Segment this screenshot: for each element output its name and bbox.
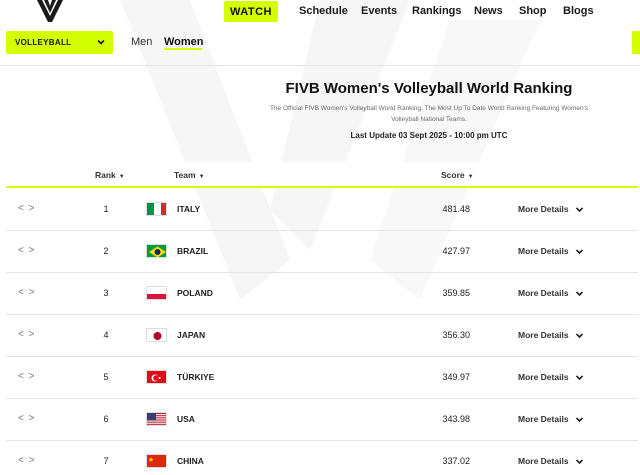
tab-women[interactable]: Women bbox=[164, 36, 204, 48]
chevron-down-icon bbox=[575, 417, 584, 423]
more-details-link[interactable]: More Details bbox=[518, 372, 569, 382]
china-flag-icon bbox=[146, 454, 167, 468]
code-expand-icon[interactable]: < > bbox=[18, 245, 35, 256]
italy-flag-icon bbox=[146, 202, 167, 216]
more-details-link[interactable]: More Details bbox=[518, 246, 569, 256]
more-details-link[interactable]: More Details bbox=[518, 456, 569, 466]
turkiye-flag-icon bbox=[146, 370, 167, 384]
score-value: 337.02 bbox=[442, 456, 470, 466]
sport-select[interactable]: VOLLEYBALL bbox=[6, 31, 113, 54]
nav-link-blogs[interactable]: Blogs bbox=[563, 5, 594, 17]
more-details-link[interactable]: More Details bbox=[518, 204, 569, 214]
page-title-wrap: FIVB Women's Volleyball World Ranking bbox=[0, 80, 640, 97]
rank-value: 1 bbox=[103, 204, 109, 214]
active-tab-indicator bbox=[164, 48, 202, 50]
code-expand-icon[interactable]: < > bbox=[18, 287, 35, 298]
column-rank-label: Rank bbox=[95, 170, 116, 180]
score-value: 343.98 bbox=[442, 414, 470, 424]
code-expand-icon[interactable]: < > bbox=[18, 413, 35, 424]
nav-link-rankings[interactable]: Rankings bbox=[412, 5, 462, 17]
column-rank[interactable]: Rank ▼ bbox=[95, 170, 125, 180]
poland-flag-icon bbox=[146, 286, 167, 300]
nav-link-events[interactable]: Events bbox=[361, 5, 397, 17]
chevron-down-icon bbox=[575, 291, 584, 297]
sport-select-value: VOLLEYBALL bbox=[15, 38, 72, 47]
team-name: CHINA bbox=[177, 456, 204, 466]
nav-link-schedule[interactable]: Schedule bbox=[299, 5, 348, 17]
rank-value: 5 bbox=[103, 372, 109, 382]
table-row[interactable]: < > 1 ITALY 481.48 More Details bbox=[6, 189, 638, 231]
volleyball-world-logo[interactable] bbox=[36, 0, 64, 22]
usa-flag-icon bbox=[146, 412, 167, 426]
code-expand-icon[interactable]: < > bbox=[18, 371, 35, 382]
table-row[interactable]: < > 6 USA 343.98 More Details bbox=[6, 399, 638, 441]
chevron-down-icon bbox=[97, 39, 105, 45]
column-team[interactable]: Team ▼ bbox=[174, 170, 205, 180]
watch-button[interactable]: WATCH bbox=[224, 1, 278, 22]
japan-flag-icon bbox=[146, 328, 167, 342]
table-row[interactable]: < > 4 JAPAN 356.30 More Details bbox=[6, 315, 638, 357]
top-navigation: WATCH Schedule Events Rankings News Shop… bbox=[0, 0, 640, 26]
column-team-label: Team bbox=[174, 170, 196, 180]
brazil-flag-icon bbox=[146, 244, 167, 258]
more-details-link[interactable]: More Details bbox=[518, 330, 569, 340]
team-name: BRAZIL bbox=[177, 246, 209, 256]
chevron-down-icon bbox=[575, 249, 584, 255]
right-edge-button[interactable] bbox=[632, 31, 640, 54]
team-name: POLAND bbox=[177, 288, 213, 298]
last-update: Last Update 03 Sept 2025 - 10:00 pm UTC bbox=[350, 131, 508, 140]
rank-value: 3 bbox=[103, 288, 109, 298]
ranking-table-header: Rank ▼ Team ▼ Score ▼ bbox=[6, 162, 638, 188]
column-score[interactable]: Score ▼ bbox=[441, 170, 474, 180]
score-value: 481.48 bbox=[442, 204, 470, 214]
nav-link-news[interactable]: News bbox=[474, 5, 503, 17]
sort-icon: ▼ bbox=[118, 174, 125, 180]
page-title: FIVB Women's Volleyball World Ranking bbox=[285, 80, 573, 97]
table-row[interactable]: < > 5 TÜRKIYE 349.97 More Details bbox=[6, 357, 638, 399]
rank-value: 4 bbox=[103, 330, 109, 340]
team-name: TÜRKIYE bbox=[177, 372, 215, 382]
sort-icon: ▼ bbox=[467, 174, 474, 180]
chevron-down-icon bbox=[575, 375, 584, 381]
code-expand-icon[interactable]: < > bbox=[18, 455, 35, 466]
chevron-down-icon bbox=[575, 459, 584, 465]
table-row[interactable]: < > 2 BRAZIL 427.97 More Details bbox=[6, 231, 638, 273]
more-details-link[interactable]: More Details bbox=[518, 288, 569, 298]
code-expand-icon[interactable]: < > bbox=[18, 203, 35, 214]
code-expand-icon[interactable]: < > bbox=[18, 329, 35, 340]
table-row[interactable]: < > 3 POLAND 359.85 More Details bbox=[6, 273, 638, 315]
sort-icon: ▼ bbox=[198, 174, 205, 180]
tab-men[interactable]: Men bbox=[131, 36, 152, 48]
score-value: 359.85 bbox=[442, 288, 470, 298]
page-description: The Official FIVB Women's Volleyball Wor… bbox=[269, 105, 589, 123]
rank-value: 7 bbox=[103, 456, 109, 466]
chevron-down-icon bbox=[575, 207, 584, 213]
team-name: ITALY bbox=[177, 204, 201, 214]
team-name: JAPAN bbox=[177, 330, 206, 340]
more-details-link[interactable]: More Details bbox=[518, 414, 569, 424]
score-value: 349.97 bbox=[442, 372, 470, 382]
chevron-down-icon bbox=[575, 333, 584, 339]
rank-value: 2 bbox=[103, 246, 109, 256]
header-divider bbox=[0, 65, 640, 66]
nav-link-shop[interactable]: Shop bbox=[519, 5, 547, 17]
column-score-label: Score bbox=[441, 170, 465, 180]
rank-value: 6 bbox=[103, 414, 109, 424]
sub-navigation: VOLLEYBALL Men Women bbox=[0, 28, 640, 56]
score-value: 427.97 bbox=[442, 246, 470, 256]
table-row[interactable]: < > 7 CHINA 337.02 More Details bbox=[6, 441, 638, 475]
team-name: USA bbox=[177, 414, 195, 424]
score-value: 356.30 bbox=[442, 330, 470, 340]
